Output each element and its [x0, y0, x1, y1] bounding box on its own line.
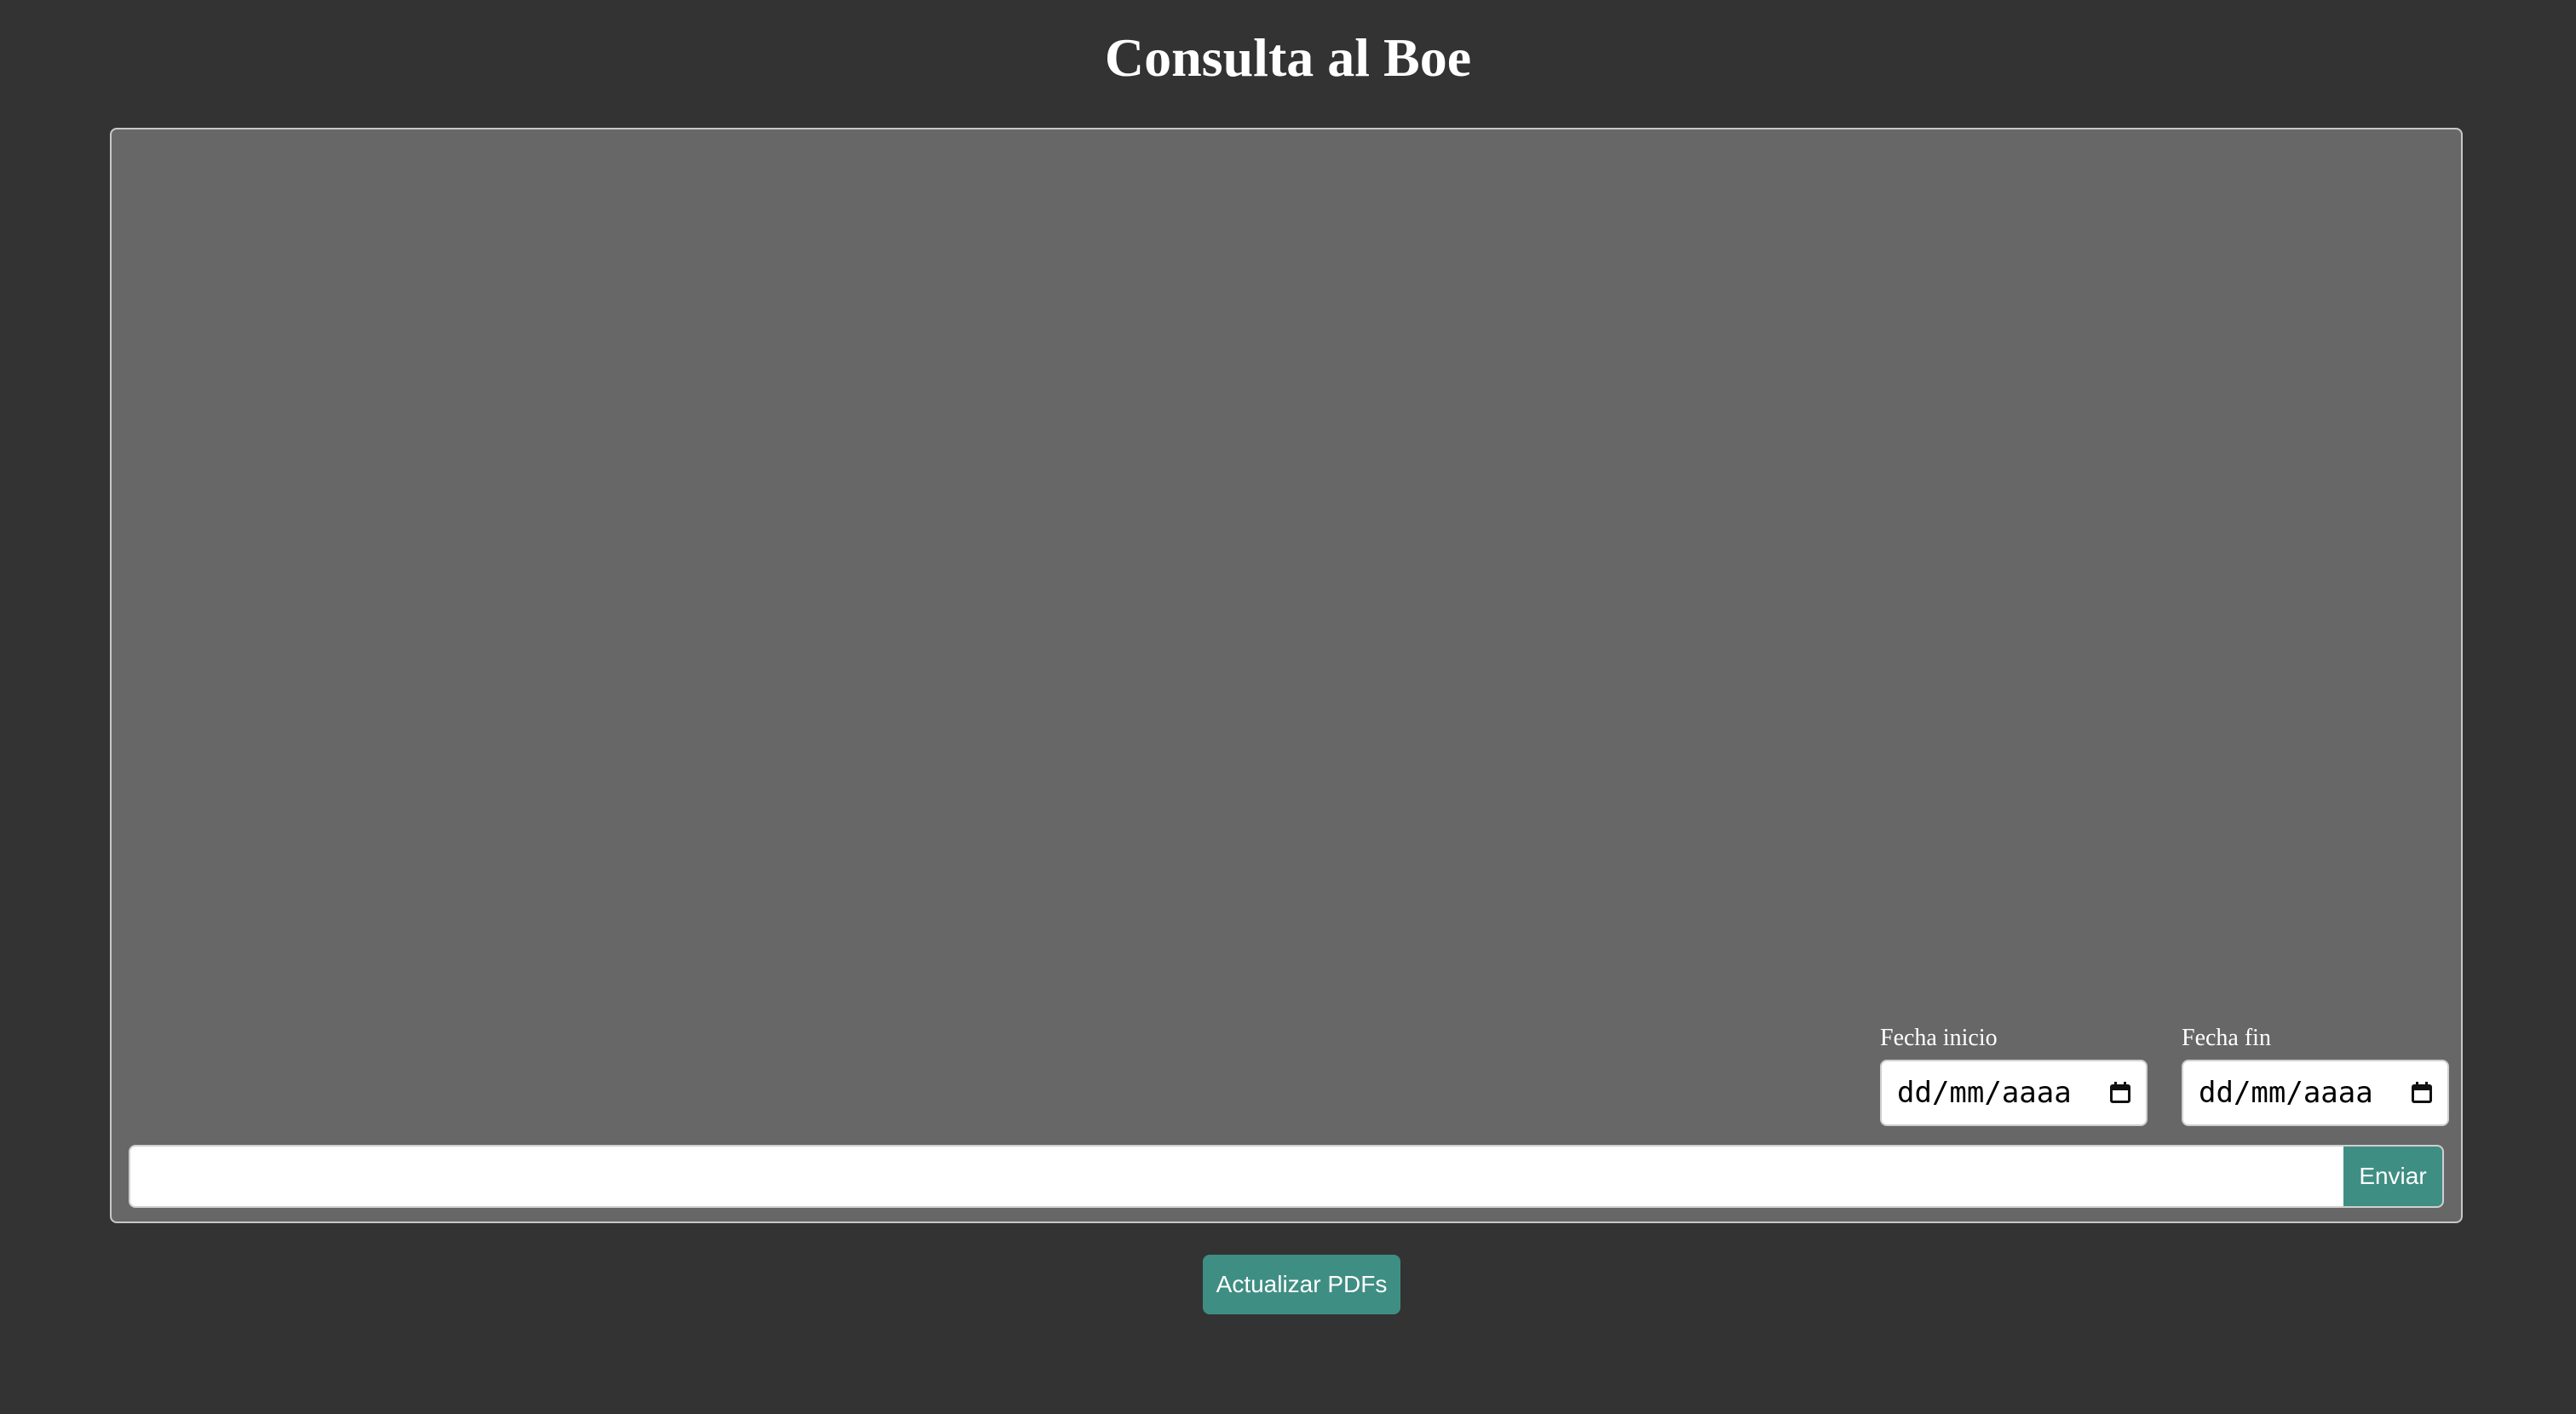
- end-date-group: Fecha fin dd/mm/aaaa: [2182, 1024, 2449, 1126]
- start-date-input[interactable]: dd/mm/aaaa: [1880, 1060, 2148, 1126]
- send-button[interactable]: Enviar: [2343, 1145, 2444, 1208]
- end-date-placeholder: dd/mm/aaaa: [2199, 1076, 2373, 1110]
- update-pdfs-button[interactable]: Actualizar PDFs: [1203, 1255, 1400, 1314]
- start-date-placeholder: dd/mm/aaaa: [1897, 1076, 2072, 1110]
- query-row: Enviar: [129, 1145, 2444, 1208]
- query-input[interactable]: [129, 1145, 2343, 1208]
- messages-area[interactable]: [129, 147, 2444, 998]
- calendar-icon[interactable]: [2412, 1082, 2432, 1104]
- end-date-input[interactable]: dd/mm/aaaa: [2182, 1060, 2449, 1126]
- chat-panel: Fecha inicio dd/mm/aaaa Fecha fin dd/mm/…: [110, 128, 2463, 1223]
- start-date-label: Fecha inicio: [1880, 1025, 1998, 1051]
- start-date-group: Fecha inicio dd/mm/aaaa: [1880, 1024, 2148, 1126]
- calendar-icon[interactable]: [2110, 1082, 2130, 1104]
- page-title: Consulta al Boe: [1104, 27, 1472, 88]
- end-date-label: Fecha fin: [2182, 1025, 2271, 1051]
